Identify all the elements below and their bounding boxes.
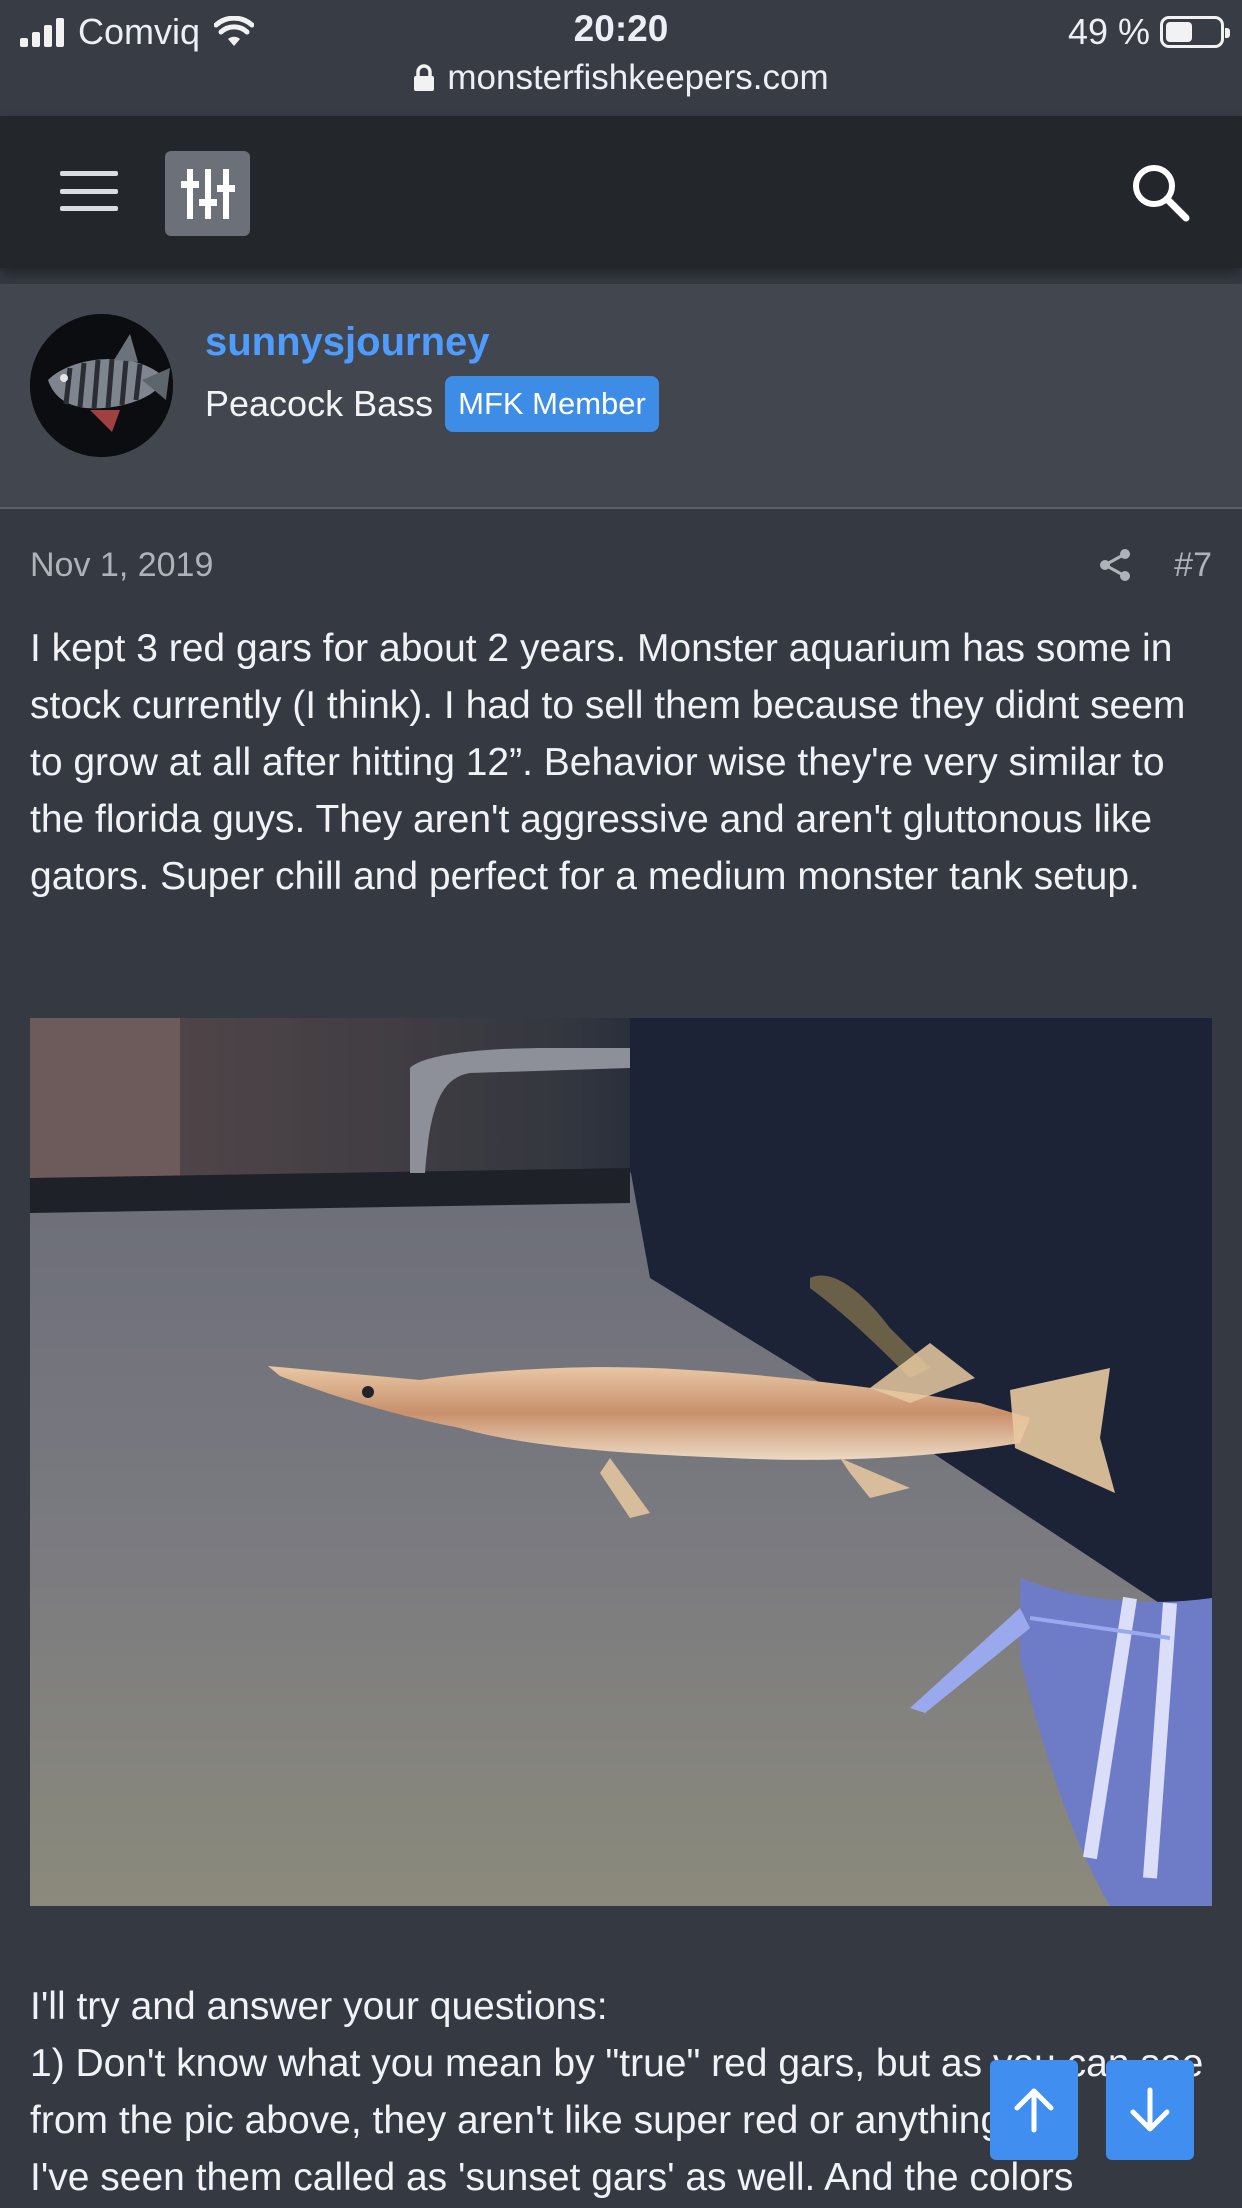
status-right: 49 % [1067,10,1230,54]
status-bar: Comviq 20:20 49 % monsterfishkeepers.com [0,0,1242,116]
battery-icon [1160,16,1230,48]
post-body-paragraph: I kept 3 red gars for about 2 years. Mon… [30,627,1186,898]
url-bar[interactable]: monsterfishkeepers.com [0,58,1242,98]
clock: 20:20 [573,8,669,49]
member-badge: MFK Member [445,376,659,432]
site-header [0,116,1242,268]
author-title-row: Peacock Bass MFK Member [205,376,659,432]
post-attachment-image[interactable] [30,1018,1212,1906]
share-icon[interactable] [1096,546,1134,584]
post-date[interactable]: Nov 1, 2019 [30,546,213,585]
sliders-icon [181,169,235,219]
author-username[interactable]: sunnysjourney [205,320,490,365]
hamburger-icon[interactable] [60,171,118,211]
arrow-up-icon [1014,2088,1054,2133]
post-meta: Nov 1, 2019 #7 [30,540,1212,590]
lock-icon [414,64,435,91]
avatar[interactable] [30,314,173,457]
url-text: monsterfishkeepers.com [447,58,829,97]
post-number-link[interactable]: #7 [1174,546,1212,585]
scroll-up-button[interactable] [990,2060,1078,2160]
aquarium-photo [30,1018,1212,1906]
scroll-down-button[interactable] [1106,2060,1194,2160]
filter-button[interactable] [165,151,250,236]
arrow-down-icon [1130,2087,1170,2132]
post-author-block: sunnysjourney Peacock Bass MFK Member [0,284,1242,509]
search-icon[interactable] [1128,160,1192,224]
avatar-fish-image [30,314,173,457]
user-title: Peacock Bass [205,383,434,424]
battery-percent: 49 % [1067,11,1150,52]
post-line: I'll try and answer your questions: [30,1985,608,2028]
